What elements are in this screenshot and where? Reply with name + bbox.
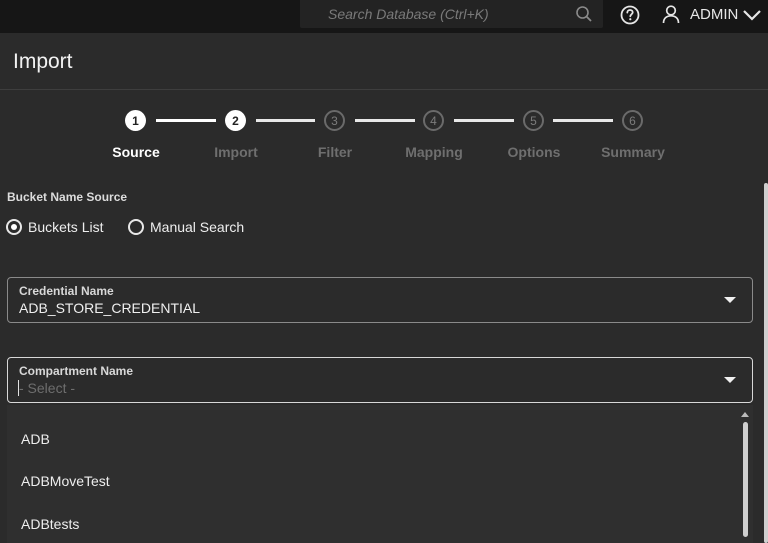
dropdown-arrow-icon[interactable]	[724, 377, 736, 383]
radio-buckets-list-label[interactable]: Buckets List	[28, 219, 103, 235]
step-1-circle[interactable]: 1	[125, 110, 146, 131]
page-title: Import	[13, 50, 73, 73]
compartment-placeholder: - Select -	[19, 380, 76, 396]
bucket-source-label: Bucket Name Source	[7, 190, 128, 204]
compartment-select[interactable]: Compartment Name - Select -	[7, 357, 753, 403]
step-label-options[interactable]: Options	[489, 144, 579, 160]
step-label-summary[interactable]: Summary	[588, 144, 678, 160]
step-connector	[355, 119, 415, 122]
radio-manual-search-label[interactable]: Manual Search	[150, 219, 244, 235]
credential-label: Credential Name	[19, 284, 114, 298]
step-label-filter[interactable]: Filter	[290, 144, 380, 160]
user-icon[interactable]	[661, 4, 681, 24]
step-connector	[156, 119, 216, 122]
step-label-source[interactable]: Source	[91, 144, 181, 160]
list-item[interactable]: ADB	[21, 431, 50, 447]
radio-manual-search[interactable]	[128, 219, 144, 235]
step-2-circle[interactable]: 2	[225, 110, 246, 131]
top-bar: ADMIN	[0, 0, 768, 33]
step-3-circle[interactable]: 3	[324, 110, 345, 131]
step-6-circle[interactable]: 6	[622, 110, 643, 131]
user-name[interactable]: ADMIN	[690, 6, 738, 23]
search-input[interactable]	[328, 4, 568, 24]
scroll-up-arrow-icon[interactable]	[741, 412, 749, 417]
page-scrollbar[interactable]	[764, 183, 768, 543]
step-label-import[interactable]: Import	[191, 144, 281, 160]
step-5-circle[interactable]: 5	[523, 110, 544, 131]
step-connector	[454, 119, 514, 122]
step-connector	[553, 119, 613, 122]
step-connector	[256, 119, 315, 122]
compartment-label: Compartment Name	[19, 364, 134, 378]
radio-buckets-list[interactable]	[6, 219, 22, 235]
credential-select[interactable]: Credential Name ADB_STORE_CREDENTIAL	[7, 277, 753, 323]
help-icon[interactable]	[620, 5, 640, 25]
credential-value: ADB_STORE_CREDENTIAL	[19, 300, 201, 316]
list-item[interactable]: ADBtests	[21, 516, 79, 532]
title-divider	[0, 89, 768, 90]
search-box[interactable]	[300, 0, 603, 28]
search-icon[interactable]	[575, 5, 593, 23]
step-4-circle[interactable]: 4	[423, 110, 444, 131]
list-item[interactable]: ADBMoveTest	[21, 473, 110, 489]
step-label-mapping[interactable]: Mapping	[389, 144, 479, 160]
chevron-down-icon[interactable]	[742, 8, 762, 22]
dropdown-arrow-icon[interactable]	[724, 297, 736, 303]
dropdown-scrollbar[interactable]	[743, 422, 748, 537]
compartment-dropdown-list: ADB ADBMoveTest ADBtests	[7, 405, 753, 543]
